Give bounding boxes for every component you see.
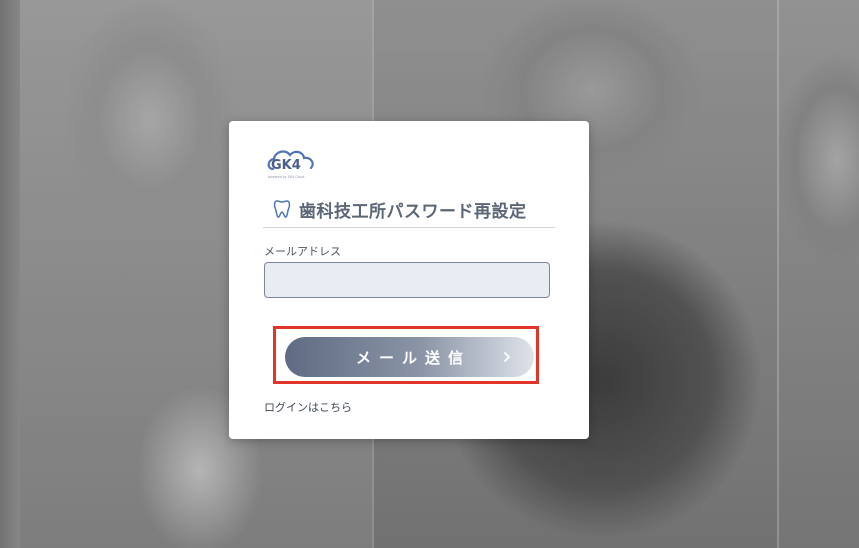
page-title-row: 歯科技工所パスワード再設定: [263, 195, 555, 228]
chevron-right-icon: [504, 352, 510, 362]
logo-text: GK4: [271, 158, 301, 173]
cloud-logo-icon: GK4 powered by GK4 Cloud: [267, 150, 314, 179]
send-email-button-label: メール送信: [355, 348, 471, 367]
email-label: メールアドレス: [264, 245, 341, 258]
logo-tagline: powered by GK4 Cloud: [268, 175, 304, 179]
email-input[interactable]: [264, 262, 550, 298]
page-title: 歯科技工所パスワード再設定: [299, 201, 527, 222]
send-email-button[interactable]: メール送信: [285, 337, 534, 377]
password-reset-card: GK4 powered by GK4 Cloud 歯科技工所パスワード再設定 メ…: [229, 121, 589, 439]
tooth-icon: [273, 200, 291, 218]
login-link[interactable]: ログインはこちら: [264, 399, 352, 415]
